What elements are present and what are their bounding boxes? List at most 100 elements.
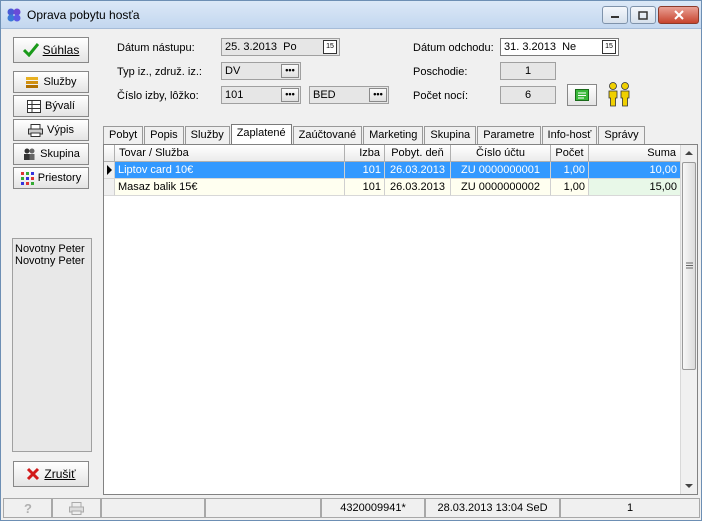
print-button[interactable]: Výpis: [13, 119, 89, 141]
tab-zauctovane[interactable]: Zaúčtované: [292, 126, 363, 144]
table-cell-account[interactable]: ZU 0000000001: [451, 162, 551, 179]
main-window: Oprava pobytu hosťa Súhlas Služby Bývalí…: [0, 0, 702, 521]
table-cell-room[interactable]: 101: [345, 162, 385, 179]
sidebar-item-label: Skupina: [40, 148, 80, 160]
table-cell-stay-day[interactable]: 26.03.2013: [385, 179, 451, 196]
services-icon: [26, 77, 39, 88]
calendar-icon[interactable]: 15: [602, 40, 616, 54]
browse-bed-button[interactable]: •••: [369, 88, 387, 102]
status-code: 4320009941*: [321, 498, 425, 518]
former-guests-button[interactable]: Bývalí: [13, 95, 89, 117]
tab-popis[interactable]: Popis: [144, 126, 184, 144]
room-type-field[interactable]: DV •••: [221, 62, 301, 80]
room-number-value: 101: [225, 89, 244, 101]
group-icon: [24, 148, 35, 160]
arrival-label: Dátum nástupu:: [117, 42, 195, 54]
sidebar-item-label: Služby: [43, 76, 77, 88]
floor-field: 1: [500, 62, 556, 80]
tab-spravy[interactable]: Správy: [598, 126, 645, 144]
bed-value: BED: [313, 89, 336, 101]
tab-zaplatene[interactable]: Zaplatené: [230, 124, 292, 144]
guest-name[interactable]: Novotny Peter: [15, 243, 89, 255]
table-cell-account[interactable]: ZU 0000000002: [451, 179, 551, 196]
group-button[interactable]: Skupina: [13, 143, 89, 165]
guests-icon[interactable]: [606, 81, 632, 107]
maximize-button[interactable]: [630, 6, 656, 24]
column-header-stay-day[interactable]: Pobyt. deň: [385, 145, 451, 162]
table-cell-item[interactable]: Masaz balik 15€: [115, 179, 345, 196]
floor-label: Poschodie:: [413, 66, 468, 78]
table-cell-count[interactable]: 1,00: [551, 179, 589, 196]
tab-sluzby[interactable]: Služby: [184, 126, 230, 144]
table-icon: [27, 99, 42, 113]
column-header-account[interactable]: Číslo účtu: [451, 145, 551, 162]
column-header-room[interactable]: Izba: [345, 145, 385, 162]
help-icon[interactable]: ?: [21, 501, 35, 516]
close-button[interactable]: [658, 6, 699, 24]
nights-value: 6: [524, 89, 532, 101]
tab-skupina[interactable]: Skupina: [424, 126, 477, 144]
app-icon: [7, 8, 21, 22]
minimize-button[interactable]: [602, 6, 628, 24]
printer-icon: [28, 123, 44, 137]
svg-text:?: ?: [24, 501, 32, 515]
maximize-icon: [638, 10, 648, 20]
calendar-icon[interactable]: 15: [323, 40, 337, 54]
payments-table: Tovar / Služba Izba Pobyt. deň Číslo účt…: [103, 144, 698, 495]
tab-pobyt[interactable]: Pobyt: [103, 126, 144, 144]
bed-field[interactable]: BED •••: [309, 86, 389, 104]
minimize-icon: [611, 16, 619, 18]
status-panel-empty-1: [101, 498, 205, 518]
status-bar: ? 4320009941* 28.03.2013 13:04 SeD 1: [3, 498, 700, 520]
table-cell-item[interactable]: Liptov card 10€: [115, 162, 345, 179]
table-cell-sum[interactable]: 10,00: [589, 162, 681, 179]
column-header-count[interactable]: Počet: [551, 145, 589, 162]
room-bed-label: Číslo izby, lôžko:: [117, 90, 199, 102]
window-title: Oprava pobytu hosťa: [27, 8, 140, 22]
column-header-sum[interactable]: Suma: [589, 145, 681, 162]
cancel-button[interactable]: Zrušiť: [13, 461, 89, 487]
confirm-button[interactable]: Súhlas: [13, 37, 89, 63]
close-icon: [673, 10, 684, 20]
browse-room-button[interactable]: •••: [281, 88, 299, 102]
status-datetime: 28.03.2013 13:04 SeD: [425, 498, 560, 518]
scroll-down-icon[interactable]: [684, 482, 694, 490]
vertical-scrollbar[interactable]: [680, 145, 697, 494]
spaces-button[interactable]: Priestory: [13, 167, 89, 189]
tab-info-host[interactable]: Info-hosť: [541, 126, 598, 144]
table-cell-sum[interactable]: 15,00: [589, 179, 681, 196]
tab-parametre[interactable]: Parametre: [477, 126, 541, 144]
status-help-panel[interactable]: ?: [3, 498, 52, 518]
column-header-item[interactable]: Tovar / Služba: [115, 145, 345, 162]
note-icon: [575, 89, 589, 101]
arrival-date-field[interactable]: 25. 3.2013 Po 15: [221, 38, 340, 56]
sidebar-item-label: Priestory: [37, 172, 82, 184]
guest-list[interactable]: Novotny Peter Novotny Peter: [12, 238, 92, 452]
scroll-up-icon[interactable]: [684, 149, 694, 157]
row-indicator: [104, 162, 115, 179]
services-button[interactable]: Služby: [13, 71, 89, 93]
sidebar-item-label: Výpis: [47, 124, 74, 136]
title-bar[interactable]: Oprava pobytu hosťa: [1, 1, 701, 29]
guest-name[interactable]: Novotny Peter: [15, 255, 89, 267]
nights-field: 6: [500, 86, 556, 104]
departure-date-value: 31. 3.2013 Ne: [504, 41, 577, 53]
browse-room-type-button[interactable]: •••: [281, 64, 299, 78]
table-cell-count[interactable]: 1,00: [551, 162, 589, 179]
row-pointer-icon: [107, 165, 112, 175]
printer-icon[interactable]: [69, 502, 84, 515]
table-cell-stay-day[interactable]: 26.03.2013: [385, 162, 451, 179]
status-count: 1: [560, 498, 700, 518]
tab-marketing[interactable]: Marketing: [363, 126, 424, 144]
grid-icon: [20, 171, 34, 185]
room-type-value: DV: [225, 65, 241, 77]
departure-date-field[interactable]: 31. 3.2013 Ne 15: [500, 38, 619, 56]
row-indicator: [104, 179, 115, 196]
notes-button[interactable]: [567, 84, 597, 106]
table-cell-room[interactable]: 101: [345, 179, 385, 196]
scroll-thumb[interactable]: [682, 162, 696, 370]
room-number-field[interactable]: 101 •••: [221, 86, 301, 104]
status-print-panel[interactable]: [52, 498, 101, 518]
floor-value: 1: [524, 65, 532, 77]
departure-label: Dátum odchodu:: [413, 42, 494, 54]
